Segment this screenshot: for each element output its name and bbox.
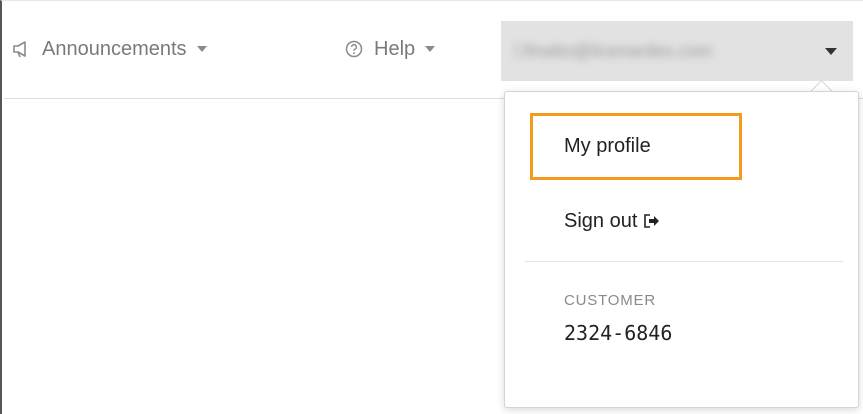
megaphone-icon xyxy=(10,37,34,61)
chevron-down-icon xyxy=(196,46,207,52)
announcements-menu[interactable]: Announcements xyxy=(10,35,207,63)
app-frame: Announcements Help l.finatto@licenardes.… xyxy=(0,0,863,414)
my-profile-menu-item[interactable]: My profile xyxy=(530,113,742,180)
sign-out-icon xyxy=(644,213,660,229)
customer-label: CUSTOMER xyxy=(564,292,656,309)
chevron-down-icon xyxy=(425,46,436,52)
chevron-down-icon xyxy=(825,48,837,55)
top-navigation-bar: Announcements Help l.finatto@licenardes.… xyxy=(4,1,863,99)
user-dropdown-menu: My profile Sign out CUSTOMER 2324-6846 xyxy=(504,91,859,408)
help-label: Help xyxy=(374,37,416,60)
question-circle-icon xyxy=(342,37,366,61)
user-email: l.finatto@licenardes.com xyxy=(515,40,713,61)
announcements-label: Announcements xyxy=(42,37,187,60)
sign-out-menu-item[interactable]: Sign out xyxy=(564,207,660,235)
menu-divider xyxy=(525,261,843,262)
help-menu[interactable]: Help xyxy=(342,35,436,63)
customer-number: 2324-6846 xyxy=(564,321,673,345)
sign-out-label: Sign out xyxy=(564,209,638,232)
user-account-button[interactable]: l.finatto@licenardes.com xyxy=(501,21,853,81)
my-profile-label: My profile xyxy=(564,135,651,157)
